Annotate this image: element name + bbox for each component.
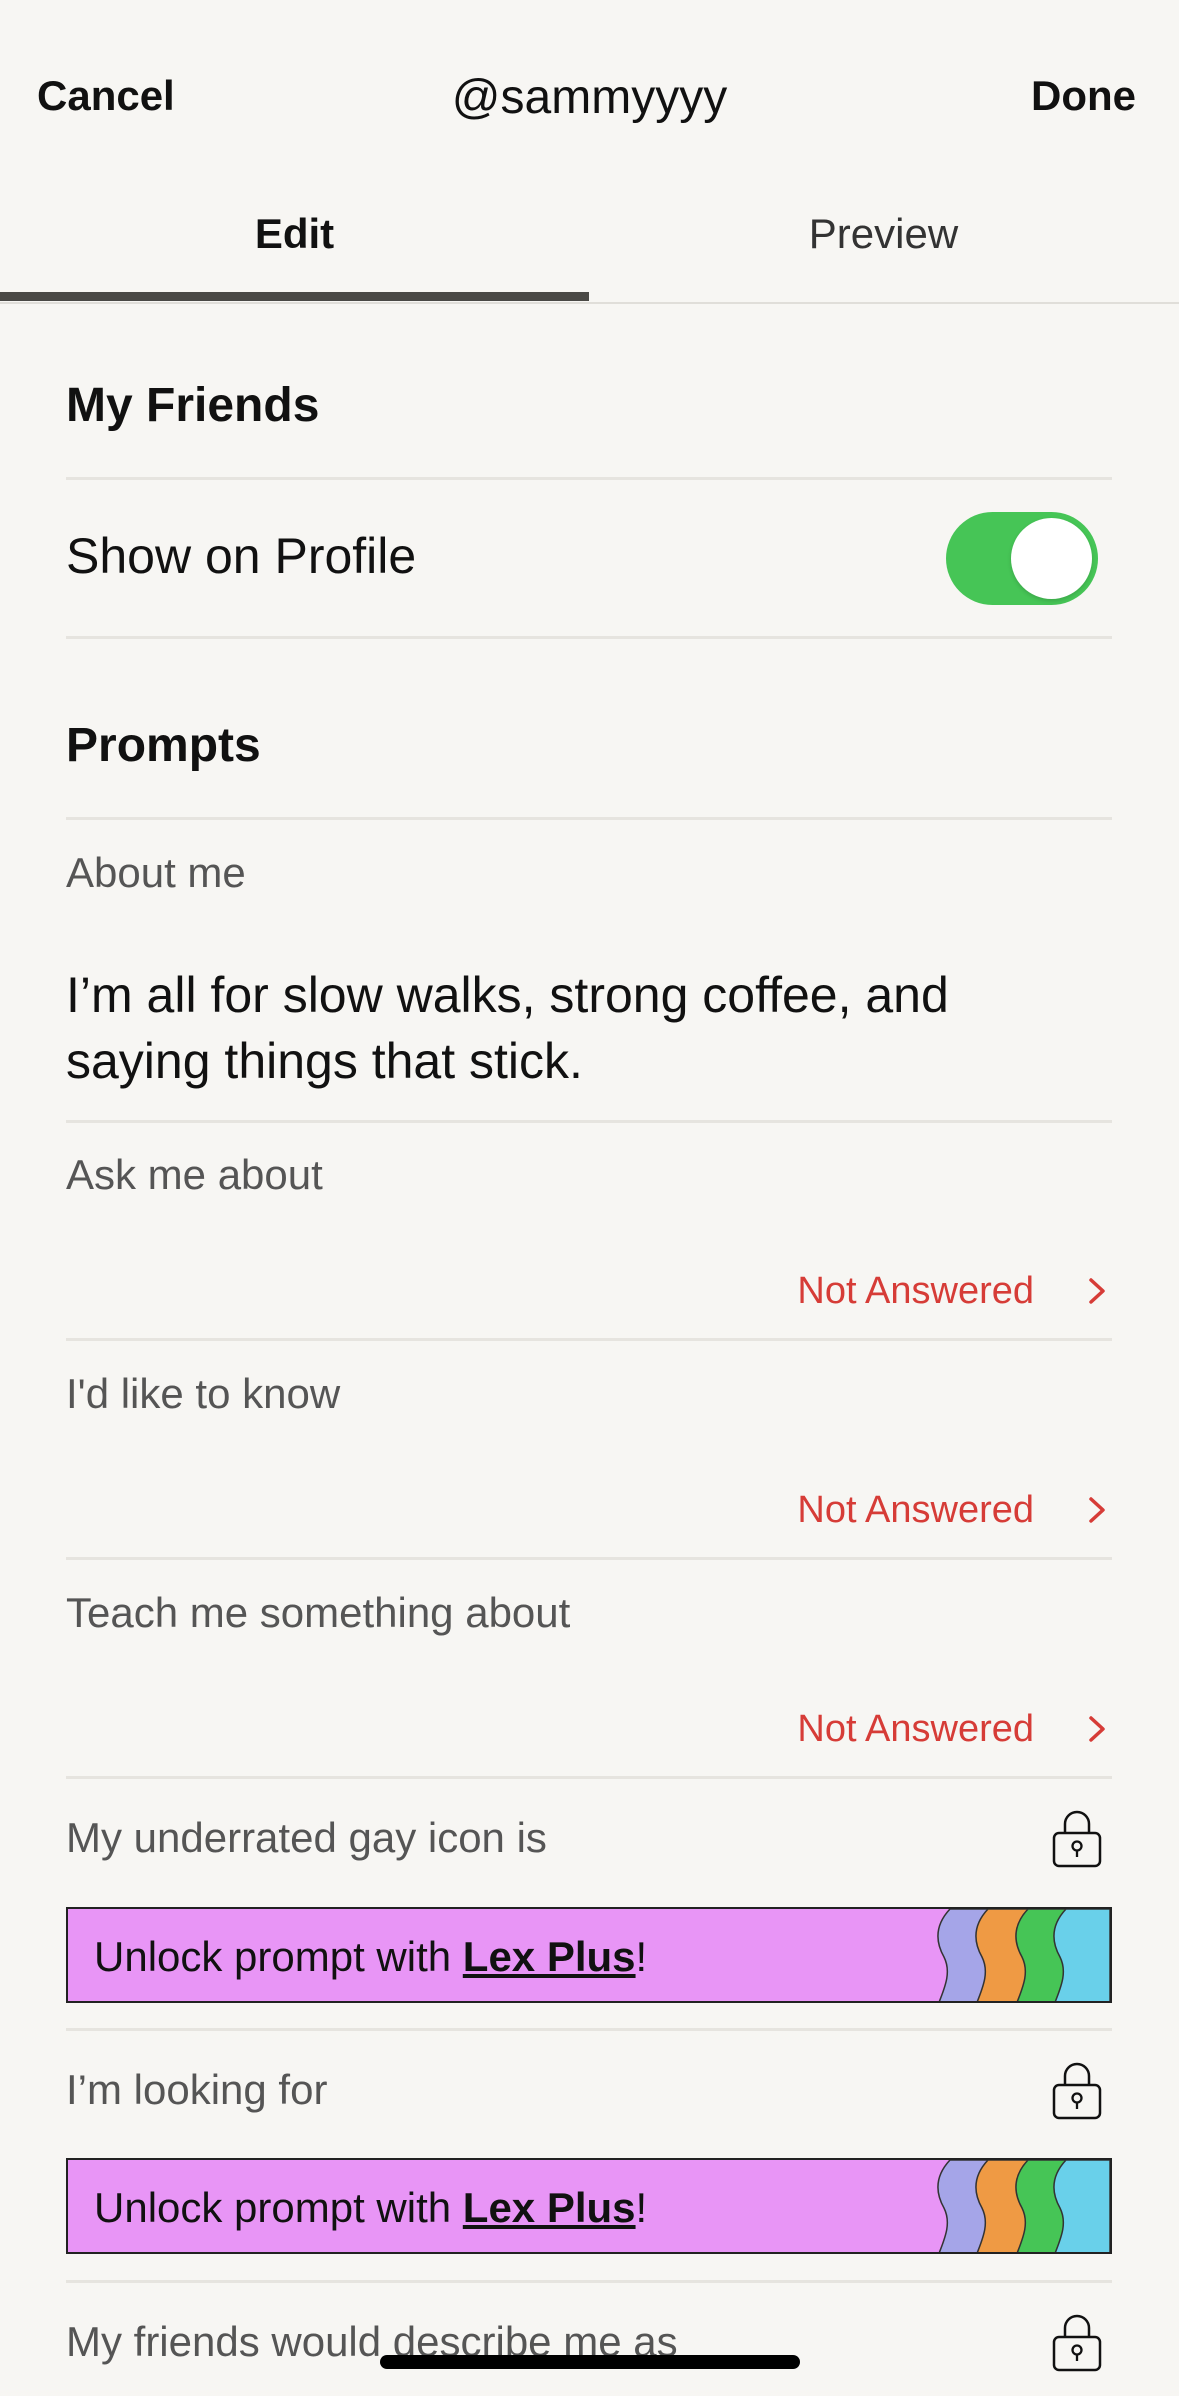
divider [66, 1776, 1112, 1779]
lock-icon [1052, 2062, 1102, 2120]
unlock-text: Unlock prompt with Lex Plus! [94, 1933, 648, 1980]
divider [66, 817, 1112, 820]
divider [66, 2280, 1112, 2283]
not-answered-status[interactable]: Not Answered [797, 1708, 1034, 1751]
prompt-answer-about-me[interactable]: I’m all for slow walks, strong coffee, a… [66, 962, 1106, 1094]
divider [66, 477, 1112, 480]
prompt-label-about-me: About me [66, 849, 246, 896]
divider [66, 2028, 1112, 2031]
page-title: @sammyyyy [451, 71, 728, 124]
done-button[interactable]: Done [1031, 72, 1136, 120]
rainbow-stripes-decoration [937, 1909, 1110, 2001]
lex-plus-link[interactable]: Lex Plus [463, 1933, 636, 1980]
lex-plus-link[interactable]: Lex Plus [463, 2184, 636, 2231]
chevron-right-icon[interactable] [1085, 1495, 1109, 1525]
lock-icon [1052, 1810, 1102, 1868]
toggle-knob [1011, 518, 1092, 599]
home-indicator[interactable] [380, 2355, 800, 2369]
top-bar: Cancel @sammyyyy Done [0, 0, 1179, 190]
divider [66, 1557, 1112, 1560]
my-friends-heading: My Friends [66, 379, 320, 432]
divider [66, 636, 1112, 639]
not-answered-status[interactable]: Not Answered [797, 1270, 1034, 1313]
tab-edit[interactable]: Edit [0, 210, 589, 258]
unlock-text: Unlock prompt with Lex Plus! [94, 2184, 648, 2231]
rainbow-stripes-decoration [937, 2160, 1110, 2252]
chevron-right-icon[interactable] [1085, 1276, 1109, 1306]
divider [66, 1120, 1112, 1123]
prompts-heading: Prompts [66, 719, 261, 772]
unlock-prompt-banner[interactable]: Unlock prompt with Lex Plus! [66, 2158, 1112, 2254]
show-on-profile-label: Show on Profile [66, 528, 417, 584]
not-answered-status[interactable]: Not Answered [797, 1489, 1034, 1532]
tab-bar: Edit Preview [0, 190, 1179, 304]
prompt-label-looking-for: I’m looking for [66, 2066, 328, 2113]
tab-preview[interactable]: Preview [589, 210, 1178, 258]
divider [66, 1338, 1112, 1341]
prompt-label-gay-icon: My underrated gay icon is [66, 1814, 547, 1861]
unlock-prompt-banner[interactable]: Unlock prompt with Lex Plus! [66, 1907, 1112, 2003]
active-tab-indicator [0, 292, 589, 301]
prompt-label-ask-me-about: Ask me about [66, 1151, 323, 1198]
lock-icon [1052, 2314, 1102, 2372]
chevron-right-icon[interactable] [1085, 1714, 1109, 1744]
prompt-label-like-to-know: I'd like to know [66, 1370, 341, 1417]
prompt-label-teach-me: Teach me something about [66, 1589, 571, 1636]
show-on-profile-toggle[interactable] [946, 512, 1098, 605]
